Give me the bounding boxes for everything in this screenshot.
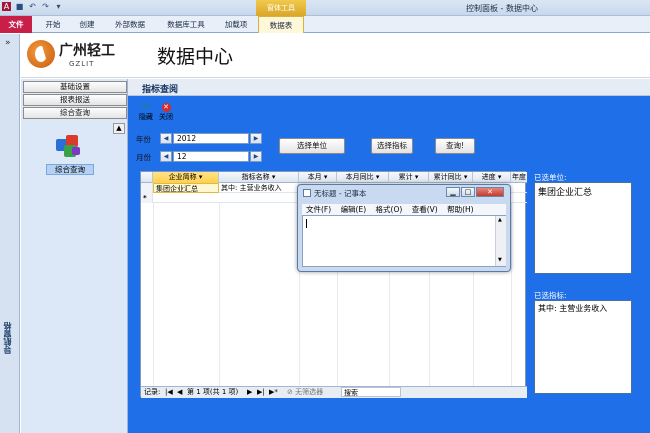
hide-button[interactable]: ← 隐藏 xyxy=(136,103,156,122)
row-selector[interactable] xyxy=(141,183,153,193)
menu-edit[interactable]: 编辑(E) xyxy=(341,205,367,214)
tab-create[interactable]: 创建 xyxy=(74,16,100,33)
new-record-marker: * xyxy=(141,193,153,203)
tab-add-ins[interactable]: 加载项 xyxy=(218,16,254,33)
header-band: 广州轻工 GZLIT 数据中心 xyxy=(21,34,650,78)
close-icon: ✕ xyxy=(161,103,171,112)
tab-file[interactable]: 文件 xyxy=(0,16,32,33)
nav-button-report-submission[interactable]: 报表报送 xyxy=(23,94,127,106)
minimize-button[interactable]: ▁ xyxy=(446,187,460,197)
record-label: 记录: xyxy=(144,388,161,396)
next-record-button[interactable]: ▶ xyxy=(247,387,252,398)
selected-indicator-box[interactable]: 其中: 主营业务收入 xyxy=(534,300,632,394)
page-title: 数据中心 xyxy=(157,46,234,68)
nav-item-comprehensive-query[interactable]: 综合查询 xyxy=(46,164,94,175)
last-record-button[interactable]: ▶| xyxy=(257,387,265,398)
query-blocks-icon[interactable] xyxy=(56,135,82,159)
form-header: 指标查阅 xyxy=(128,79,650,96)
back-arrow-icon: ← xyxy=(142,102,150,112)
expand-chevron-icon[interactable]: » xyxy=(5,38,11,48)
notepad-window[interactable]: 无标题 - 记事本 ▁ □ ✕ 文件(F) 编辑(E) 格式(O) 查看(V) … xyxy=(297,184,511,272)
tab-database-tools[interactable]: 数据库工具 xyxy=(160,16,212,33)
column-header-this-month[interactable]: 本月 ▾ xyxy=(299,172,337,183)
menu-file[interactable]: 文件(F) xyxy=(306,205,331,214)
select-indicator-button[interactable]: 选择指标 xyxy=(371,138,413,154)
column-header-unit[interactable]: 企业简称 ▾ xyxy=(153,172,219,183)
app-icon[interactable]: A xyxy=(2,2,11,11)
column-header-cumulative-yoy[interactable]: 累计同比 ▾ xyxy=(429,172,473,183)
column-header-indicator[interactable]: 指标名称 ▾ xyxy=(219,172,299,183)
cell-indicator[interactable]: 其中: 主营业务收入 xyxy=(219,183,299,193)
navigation-pane-collapsed[interactable]: » 导航窗格 xyxy=(0,34,20,433)
new-record-button[interactable]: ▶* xyxy=(269,387,278,398)
switchboard-nav: 基础设置 报表报送 综合查询 ▲ 综合查询 xyxy=(21,79,128,433)
quick-access-toolbar: A ■ ↶ ↷ ▾ xyxy=(2,2,63,11)
select-all-corner[interactable] xyxy=(141,172,153,183)
tab-external-data[interactable]: 外部数据 xyxy=(108,16,152,33)
cell-unit[interactable]: 集团企业汇总 xyxy=(153,183,219,193)
navigation-pane-label: 导航窗格 xyxy=(3,322,12,354)
menu-help[interactable]: 帮助(H) xyxy=(447,205,474,214)
record-navigator: 记录: |◀ ◀ 第 1 项(共 1 项) ▶ ▶| ▶* ⊘ 无筛选器 搜索 xyxy=(141,386,527,398)
month-next-button[interactable]: ▶ xyxy=(250,151,262,162)
column-header-cumulative[interactable]: 累计 ▾ xyxy=(389,172,429,183)
query-button[interactable]: 查询! xyxy=(435,138,475,154)
first-record-button[interactable]: |◀ xyxy=(165,387,173,398)
maximize-button[interactable]: □ xyxy=(461,187,475,197)
column-header-annual[interactable]: 年度 xyxy=(511,172,527,183)
year-label: 年份 xyxy=(136,135,151,144)
notepad-scrollbar[interactable]: ▲ ▼ xyxy=(495,216,506,266)
datasheet-header: 企业简称 ▾ 指标名称 ▾ 本月 ▾ 本月同比 ▾ 累计 ▾ 累计同比 ▾ 进度… xyxy=(141,172,527,183)
selected-unit-box[interactable]: 集团企业汇总 xyxy=(534,182,632,274)
redo-icon[interactable]: ↷ xyxy=(41,2,50,11)
notepad-title: 无标题 - 记事本 xyxy=(314,189,367,198)
undo-icon[interactable]: ↶ xyxy=(28,2,37,11)
year-prev-button[interactable]: ◀ xyxy=(160,133,172,144)
column-header-progress[interactable]: 进度 ▾ xyxy=(473,172,511,183)
save-icon[interactable]: ■ xyxy=(15,2,24,11)
nav-button-basic-settings[interactable]: 基础设置 xyxy=(23,81,127,93)
logo-emblem-icon xyxy=(27,40,55,68)
month-prev-button[interactable]: ◀ xyxy=(160,151,172,162)
close-window-button[interactable]: ✕ xyxy=(476,187,504,197)
column-header-month-yoy[interactable]: 本月同比 ▾ xyxy=(337,172,389,183)
notepad-text-area[interactable]: ▲ ▼ xyxy=(302,215,506,267)
menu-format[interactable]: 格式(O) xyxy=(376,205,403,214)
window-title: 控制面板 - 数据中心 xyxy=(466,4,538,13)
close-button[interactable]: ✕ 关闭 xyxy=(156,103,176,122)
tab-home[interactable]: 开始 xyxy=(40,16,66,33)
scroll-up-arrow-icon[interactable]: ▲ xyxy=(113,123,125,134)
logo-text-cn: 广州轻工 xyxy=(59,43,115,59)
text-caret xyxy=(306,219,307,228)
company-logo: 广州轻工 GZLIT xyxy=(27,38,137,74)
nav-button-comprehensive-query[interactable]: 综合查询 xyxy=(23,107,127,119)
month-label: 月份 xyxy=(136,153,151,162)
year-input[interactable]: 2012 xyxy=(173,133,249,144)
title-bar: A ■ ↶ ↷ ▾ 窗体工具 控制面板 - 数据中心 xyxy=(0,0,650,16)
record-position[interactable]: 第 1 项(共 1 项) xyxy=(187,387,238,398)
select-unit-button[interactable]: 选择单位 xyxy=(279,138,345,154)
menu-view[interactable]: 查看(V) xyxy=(412,205,438,214)
ribbon-tabs: 文件 开始 创建 外部数据 数据库工具 加载项 数据表 xyxy=(0,16,650,33)
tab-datasheet[interactable]: 数据表 xyxy=(258,16,304,33)
form-title: 指标查阅 xyxy=(142,85,179,95)
no-filter-button[interactable]: ⊘ 无筛选器 xyxy=(287,387,323,398)
year-next-button[interactable]: ▶ xyxy=(250,133,262,144)
notepad-icon xyxy=(303,189,311,197)
prev-record-button[interactable]: ◀ xyxy=(177,387,182,398)
context-tab-group: 窗体工具 xyxy=(256,0,306,16)
customize-qat-icon[interactable]: ▾ xyxy=(54,2,63,11)
search-input[interactable]: 搜索 xyxy=(341,387,401,397)
notepad-menu-bar: 文件(F) 编辑(E) 格式(O) 查看(V) 帮助(H) xyxy=(302,204,506,215)
logo-text-en: GZLIT xyxy=(69,60,95,68)
month-input[interactable]: 12 xyxy=(173,151,249,162)
